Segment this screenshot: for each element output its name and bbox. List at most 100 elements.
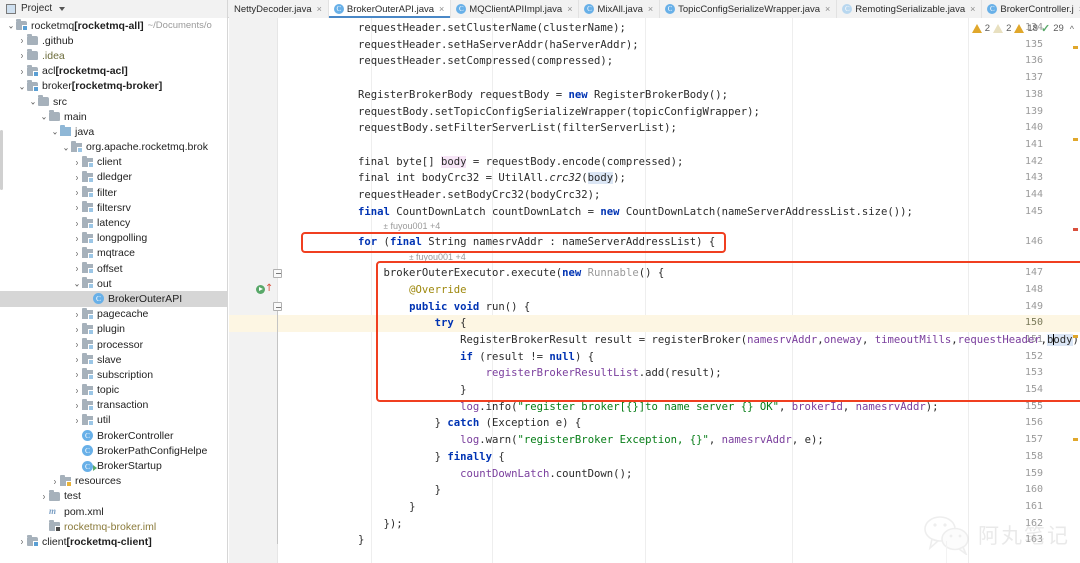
tree-item[interactable]: › test: [0, 489, 227, 504]
tree-item[interactable]: m pom.xml: [0, 504, 227, 519]
tree-item[interactable]: › slave: [0, 352, 227, 367]
tree-item[interactable]: › mqtrace: [0, 246, 227, 261]
editor-tab[interactable]: C MQClientAPIImpl.java ×: [451, 0, 580, 18]
project-panel-header[interactable]: Project: [0, 0, 228, 18]
chevron-right-icon[interactable]: ›: [39, 491, 49, 502]
tree-item[interactable]: › pagecache: [0, 307, 227, 322]
error-stripe-mark[interactable]: [1073, 335, 1078, 338]
chevron-right-icon[interactable]: ›: [72, 354, 82, 365]
inspection-widget[interactable]: 2 2 18 ✓ 29 ^: [971, 22, 1074, 35]
project-tree-scrollbar[interactable]: [0, 130, 3, 190]
code-line[interactable]: final int bodyCrc32 = UtilAll.crc32(body…: [358, 170, 626, 187]
tree-item[interactable]: › latency: [0, 215, 227, 230]
tree-item[interactable]: › plugin: [0, 322, 227, 337]
tree-item[interactable]: C BrokerStartup: [0, 458, 227, 473]
code-line[interactable]: if (result != null) {: [460, 349, 594, 366]
code-line[interactable]: final byte[] body = requestBody.encode(c…: [358, 154, 683, 171]
tree-item[interactable]: C BrokerController: [0, 428, 227, 443]
chevron-right-icon[interactable]: ›: [72, 309, 82, 320]
code-line[interactable]: } catch (Exception e) {: [435, 415, 582, 432]
code-line[interactable]: brokerOuterExecutor.execute(new Runnable…: [384, 265, 665, 282]
chevron-right-icon[interactable]: ›: [72, 248, 82, 259]
tree-item[interactable]: › longpolling: [0, 231, 227, 246]
code-line[interactable]: requestHeader.setClusterName(clusterName…: [358, 20, 626, 37]
code-line[interactable]: countDownLatch.countDown();: [460, 466, 632, 483]
tree-item[interactable]: › filter: [0, 185, 227, 200]
tree-item[interactable]: › topic: [0, 383, 227, 398]
tree-item[interactable]: ⌄ out: [0, 276, 227, 291]
chevron-right-icon[interactable]: ›: [50, 476, 60, 487]
tree-item[interactable]: › client: [0, 155, 227, 170]
chevron-right-icon[interactable]: ›: [72, 233, 82, 244]
chevron-down-icon[interactable]: ⌄: [61, 141, 71, 152]
chevron-right-icon[interactable]: ›: [17, 536, 27, 547]
chevron-down-icon[interactable]: ⌄: [39, 111, 49, 122]
chevron-right-icon[interactable]: ›: [17, 66, 27, 77]
chevron-right-icon[interactable]: ›: [72, 157, 82, 168]
editor-tab[interactable]: CBrokerController.j×: [982, 0, 1080, 18]
code-line[interactable]: log.warn("registerBroker Exception, {}",…: [460, 432, 824, 449]
chevron-down-icon[interactable]: ⌄: [50, 126, 60, 137]
close-tab-icon[interactable]: ×: [317, 4, 322, 14]
tree-item-selected[interactable]: C BrokerOuterAPI: [0, 291, 227, 307]
chevron-right-icon[interactable]: ›: [72, 202, 82, 213]
code-fold-toggle[interactable]: [273, 268, 282, 278]
tree-item[interactable]: › processor: [0, 337, 227, 352]
chevron-up-icon[interactable]: ^: [1070, 24, 1074, 34]
override-method-icon[interactable]: ↑: [265, 283, 273, 293]
chevron-right-icon[interactable]: ›: [72, 384, 82, 395]
close-tab-icon[interactable]: ×: [825, 4, 830, 14]
code-line[interactable]: RegisterBrokerBody requestBody = new Reg…: [358, 87, 728, 104]
tree-item[interactable]: › transaction: [0, 398, 227, 413]
chevron-down-icon[interactable]: ⌄: [6, 20, 16, 31]
code-line[interactable]: @Override: [409, 282, 466, 299]
editor-tab[interactable]: C RemotingSerializable.java ×: [837, 0, 983, 18]
chevron-down-icon[interactable]: [59, 6, 66, 11]
tree-item[interactable]: ⌄ src: [0, 94, 227, 109]
code-line[interactable]: RegisterBrokerResult result = registerBr…: [460, 332, 1080, 349]
code-line[interactable]: } finally {: [435, 449, 505, 466]
code-line[interactable]: public void run() {: [409, 299, 530, 316]
chevron-right-icon[interactable]: ›: [72, 324, 82, 335]
chevron-right-icon[interactable]: ›: [72, 400, 82, 411]
inlay-hint-vcs-author[interactable]: ± fuyou001 +4: [409, 252, 466, 262]
chevron-right-icon[interactable]: ›: [72, 187, 82, 198]
close-tab-icon[interactable]: ×: [567, 4, 572, 14]
tree-item[interactable]: ⌄ rocketmq [rocketmq-all] ~/Documents/o: [0, 18, 227, 33]
tree-item[interactable]: ⌄ org.apache.rocketmq.brok: [0, 140, 227, 155]
chevron-right-icon[interactable]: ›: [72, 172, 82, 183]
chevron-right-icon[interactable]: ›: [72, 415, 82, 426]
chevron-right-icon[interactable]: ›: [72, 339, 82, 350]
error-stripe-mark[interactable]: [1073, 138, 1078, 141]
code-line[interactable]: }: [460, 382, 466, 399]
code-line[interactable]: log.info("register broker[{}]to name ser…: [460, 399, 938, 416]
code-editor[interactable]: 134 requestHeader.setClusterName(clusterN…: [229, 18, 1080, 563]
project-tree[interactable]: ⌄ rocketmq [rocketmq-all] ~/Documents/o › .g…: [0, 18, 228, 563]
code-line[interactable]: final CountDownLatch countDownLatch = ne…: [358, 204, 913, 221]
chevron-right-icon[interactable]: ›: [17, 35, 27, 46]
tree-item[interactable]: › acl [rocketmq-acl]: [0, 64, 227, 79]
code-line[interactable]: for (final String namesrvAddr : nameServ…: [358, 234, 715, 251]
tree-item[interactable]: ⌄ java: [0, 124, 227, 139]
code-line[interactable]: requestHeader.setHaServerAddr(haServerAd…: [358, 37, 639, 54]
tree-item[interactable]: › .idea: [0, 48, 227, 63]
tree-item[interactable]: › subscription: [0, 367, 227, 382]
code-content[interactable]: 134 requestHeader.setClusterName(clusterN…: [229, 18, 1080, 563]
tree-item[interactable]: rocketmq-broker.iml: [0, 519, 227, 534]
close-tab-icon[interactable]: ×: [648, 4, 653, 14]
editor-tab[interactable]: C TopicConfigSerializeWrapper.java ×: [660, 0, 838, 18]
code-line[interactable]: try {: [435, 315, 467, 332]
code-line[interactable]: requestBody.setFilterServerList(filterSe…: [358, 120, 677, 137]
chevron-down-icon[interactable]: ⌄: [72, 278, 82, 289]
code-line[interactable]: requestHeader.setBodyCrc32(bodyCrc32);: [358, 187, 600, 204]
code-line[interactable]: }: [358, 532, 364, 549]
tree-item[interactable]: › client [rocketmq-client]: [0, 534, 227, 549]
tree-item[interactable]: ⌄ broker [rocketmq-broker]: [0, 79, 227, 94]
tree-item[interactable]: › offset: [0, 261, 227, 276]
code-line[interactable]: registerBrokerResultList.add(result);: [486, 365, 722, 382]
editor-tab[interactable]: C MixAll.java ×: [579, 0, 661, 18]
code-line[interactable]: }: [435, 482, 441, 499]
tree-item[interactable]: › .github: [0, 33, 227, 48]
code-line[interactable]: }: [409, 499, 415, 516]
chevron-right-icon[interactable]: ›: [72, 217, 82, 228]
